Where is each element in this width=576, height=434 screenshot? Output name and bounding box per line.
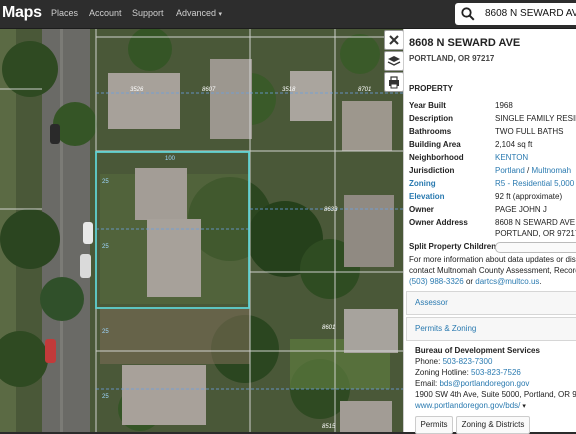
row-value: 2,104 sq ft xyxy=(495,140,533,149)
assessor-section[interactable]: Assessor xyxy=(406,291,576,315)
row-label: Year Built xyxy=(409,101,446,110)
parcel-dimension: 25 xyxy=(102,394,109,400)
website-link[interactable]: www.portlandoregon.gov/bds/ xyxy=(415,401,520,410)
row-value: PAGE JOHN J xyxy=(495,205,547,214)
permits-zoning-link[interactable]: Permits & Zoning xyxy=(415,324,476,333)
zoning-value-link[interactable]: R5 - Residential 5,000 ▾ xyxy=(495,179,576,188)
neighborhood-link[interactable]: KENTON xyxy=(495,153,528,162)
close-icon xyxy=(389,35,399,45)
phone-link[interactable]: 503-823-7300 xyxy=(443,357,493,366)
aerial-map[interactable]: 3526 8607 3518 8701 100 8633 8601 8515 2… xyxy=(0,29,403,432)
parcel-label: 3526 xyxy=(130,87,144,93)
bds-email: Email: bds@portlandoregon.gov xyxy=(415,379,529,388)
parcel-dimension: 100 xyxy=(165,156,176,162)
bds-website: www.portlandoregon.gov/bds/ ▾ xyxy=(415,401,526,410)
layers-button[interactable] xyxy=(384,51,404,71)
note-line: For more information about data updates … xyxy=(409,255,576,264)
print-icon xyxy=(389,76,399,89)
phone-label: Phone: xyxy=(415,357,443,366)
permits-zoning-section[interactable]: Permits & Zoning xyxy=(406,317,576,341)
note-line: contact Multnomah County Assessment, Rec… xyxy=(409,266,576,275)
search-icon xyxy=(461,7,475,21)
panel-city: PORTLAND, OR 97217 xyxy=(409,54,495,63)
note-or: or xyxy=(463,277,476,286)
split-property-label: Split Property Children xyxy=(409,242,497,251)
parcel-label: 3518 xyxy=(282,87,296,93)
close-panel-button[interactable] xyxy=(384,30,404,50)
bds-phone: Phone: 503-823-7300 xyxy=(415,357,492,366)
property-heading: PROPERTY xyxy=(409,84,454,93)
brand-logo[interactable]: Maps xyxy=(2,4,42,22)
zoning-districts-button[interactable]: Zoning & Districts xyxy=(456,416,530,434)
parcel-dimension: 25 xyxy=(102,244,109,250)
bds-address: 1900 SW 4th Ave, Suite 5000, Portland, O… xyxy=(415,390,576,399)
jurisdiction-county-link[interactable]: Multnomah xyxy=(531,166,571,175)
parcel-label: 8633 xyxy=(324,207,338,213)
hotline-link[interactable]: 503-823-7526 xyxy=(471,368,521,377)
nav-advanced[interactable]: Advanced ▾ xyxy=(176,8,222,18)
note-end: . xyxy=(539,277,542,286)
assessor-phone-link[interactable]: (503) 988-3326 xyxy=(409,277,464,286)
search-input[interactable]: 8608 N SEWARD AVE xyxy=(455,3,576,25)
nav-support[interactable]: Support xyxy=(132,8,164,18)
parcel-dimension: 25 xyxy=(102,329,109,335)
row-value: TWO FULL BATHS xyxy=(495,127,564,136)
jurisdiction-city-link[interactable]: Portland xyxy=(495,166,525,175)
permits-button[interactable]: Permits xyxy=(415,416,453,434)
search-value: 8608 N SEWARD AVE xyxy=(485,8,576,19)
row-value: 1968 xyxy=(495,101,513,110)
zoning-value: R5 - Residential 5,000 xyxy=(495,179,575,188)
assessor-link[interactable]: Assessor xyxy=(415,298,448,307)
nav-advanced-label: Advanced xyxy=(176,8,217,18)
elevation-label-link[interactable]: Elevation xyxy=(409,192,445,201)
caret-down-icon: ▾ xyxy=(218,11,223,18)
row-value-line2: PORTLAND, OR 97217-7 xyxy=(495,229,576,238)
row-label: Description xyxy=(409,114,454,123)
split-property-toggle[interactable] xyxy=(495,242,576,253)
hotline-label: Zoning Hotline: xyxy=(415,368,472,377)
panel-address-title: 8608 N SEWARD AVE xyxy=(409,37,521,49)
row-value: SINGLE FAMILY RESIDE xyxy=(495,114,576,123)
row-label: Building Area xyxy=(409,140,461,149)
parcel-label: 8601 xyxy=(322,325,336,331)
jurisdiction-value: Portland / Multnomah xyxy=(495,166,571,175)
caret-down-icon: ▾ xyxy=(520,403,526,410)
nav-places[interactable]: Places xyxy=(51,8,78,18)
row-label: Jurisdiction xyxy=(409,166,455,175)
email-label: Email: xyxy=(415,379,440,388)
row-label: Bathrooms xyxy=(409,127,452,136)
top-navbar: Maps Places Account Support Advanced ▾ 8… xyxy=(0,0,576,29)
email-link[interactable]: bds@portlandoregon.gov xyxy=(439,379,529,388)
parcel-dimension: 25 xyxy=(102,179,109,185)
parcel-label: 8607 xyxy=(202,87,216,93)
note-contact: (503) 988-3326 or dartcs@multco.us. xyxy=(409,277,542,286)
layers-icon xyxy=(387,56,401,66)
print-button[interactable] xyxy=(384,72,404,92)
bds-hotline: Zoning Hotline: 503-823-7526 xyxy=(415,368,521,377)
zoning-label-link[interactable]: Zoning xyxy=(409,179,436,188)
assessor-email-link[interactable]: dartcs@multco.us xyxy=(475,277,539,286)
bds-title: Bureau of Development Services xyxy=(415,346,540,355)
row-label: Neighborhood xyxy=(409,153,464,162)
parcel-label: 8701 xyxy=(358,87,372,93)
row-value: 92 ft (approximate) xyxy=(495,192,563,201)
row-value: 8608 N SEWARD AVE xyxy=(495,218,576,227)
parcel-label: 8515 xyxy=(322,424,336,430)
row-label: Owner xyxy=(409,205,434,214)
row-label: Owner Address xyxy=(409,218,468,227)
nav-account[interactable]: Account xyxy=(89,8,122,18)
